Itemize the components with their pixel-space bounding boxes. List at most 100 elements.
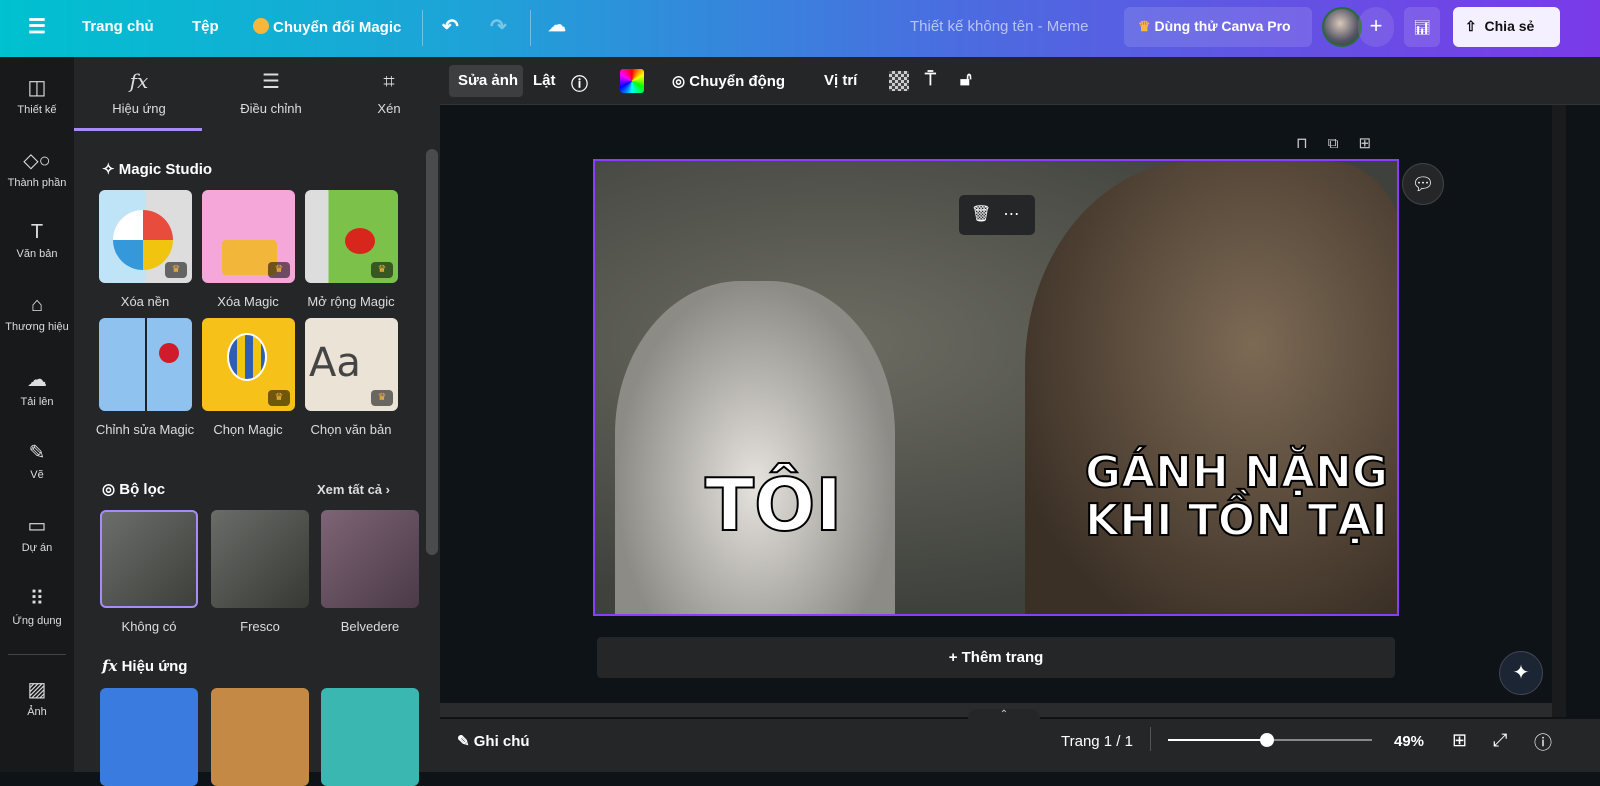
filter-label: Belvedere <box>340 619 400 634</box>
zoom-level[interactable]: 49% <box>1394 733 1424 750</box>
add-collaborator-button[interactable]: + <box>1358 7 1394 47</box>
page-indicator[interactable]: Trang 1 / 1 <box>1061 733 1133 750</box>
filter-thumb-fresco[interactable] <box>211 510 309 608</box>
tab-adjust[interactable]: ☰ Điều chỉnh <box>211 69 331 116</box>
effects-heading: fx Hiệu ứng <box>102 657 187 675</box>
flip-button[interactable]: Lật <box>533 72 556 89</box>
crown-icon <box>253 18 269 34</box>
effect-thumb[interactable] <box>211 688 309 786</box>
meme-text-left[interactable]: TÔI <box>704 464 843 545</box>
home-link[interactable]: Trang chủ <box>82 18 154 35</box>
avatar[interactable] <box>1322 7 1362 47</box>
bottom-bar: ✎ Ghi chú Trang 1 / 1 49% ⊞ ⤢ ⓘ <box>440 719 1600 772</box>
meme-canvas[interactable]: TÔI GÁNH NẶNG KHI TỒN TẠI 🗑︎⋯ <box>593 159 1399 616</box>
paint-roller-icon[interactable]: ⍑ <box>925 69 936 90</box>
meme-text-right[interactable]: GÁNH NẶNG KHI TỒN TẠI <box>1084 447 1389 546</box>
crown-icon: ♛ <box>371 262 393 278</box>
ball-image <box>113 210 173 270</box>
vertical-scrollbar[interactable] <box>1552 105 1566 717</box>
fullscreen-icon[interactable]: ⤢ <box>1493 730 1507 751</box>
magic-tool-thumb[interactable]: ♛ <box>202 318 295 411</box>
rail-item-brand[interactable]: ⌂ Thương hiệu <box>0 294 74 333</box>
tab-effects[interactable]: fx Hiệu ứng <box>79 69 199 116</box>
add-page-icon[interactable]: ⊞ <box>1358 135 1391 152</box>
magic-switch-button[interactable]: Chuyển đổi Magic <box>253 18 401 36</box>
apps-icon: ⠿ <box>29 588 45 610</box>
duplicate-page-icon[interactable]: ⧉ <box>1328 135 1359 152</box>
color-picker[interactable] <box>620 69 644 93</box>
divider <box>8 654 66 655</box>
magic-tool-thumb[interactable]: ♛ <box>202 190 295 283</box>
tab-crop[interactable]: ⌗ Xén <box>329 69 449 116</box>
file-menu[interactable]: Tệp <box>192 18 219 35</box>
trash-icon[interactable]: 🗑︎ <box>971 206 1003 223</box>
magic-tool-label: Xóa nền <box>120 294 170 309</box>
rail-item-draw[interactable]: ✎ Vẽ <box>0 440 74 481</box>
divider <box>530 10 531 46</box>
rail-item-text[interactable]: T Văn bản <box>0 221 74 260</box>
rail-item-design[interactable]: ◫ Thiết kế <box>0 75 74 116</box>
panel-scrollbar[interactable] <box>426 149 438 555</box>
notes-button[interactable]: ✎ Ghi chú <box>457 732 530 750</box>
magic-tool-thumb[interactable]: ♛ <box>305 190 398 283</box>
tabby-cat-shape <box>1025 161 1397 614</box>
draw-icon: ✎ <box>28 442 46 464</box>
info-icon[interactable]: ⓘ <box>571 70 588 95</box>
undo-icon[interactable]: ↶ <box>442 14 459 39</box>
heading-text: Bộ lọc <box>119 481 166 498</box>
add-page-button[interactable]: + Thêm trang <box>597 637 1395 678</box>
animate-button[interactable]: ◎ Chuyển động <box>672 72 785 90</box>
rail-item-photos[interactable]: ▨ Ảnh <box>0 677 74 718</box>
crown-icon: ♛ <box>268 262 290 278</box>
grid-view-icon[interactable]: ⊞ <box>1452 730 1467 751</box>
animate-label: Chuyển động <box>689 73 786 90</box>
filter-thumb-none[interactable] <box>100 510 198 608</box>
rail-label: Ứng dụng <box>12 615 62 627</box>
text-sample-icon: Aa <box>309 340 361 386</box>
zoom-slider-handle[interactable] <box>1260 733 1275 747</box>
side-rail: ◫ Thiết kế ◇○ Thành phần T Văn bản ⌂ Thương … <box>0 57 74 772</box>
page-actions: ⊓⧉⊞ <box>1296 134 1391 152</box>
insights-icon[interactable]: 📊︎ <box>1404 7 1440 47</box>
hamburger-icon[interactable]: ☰ <box>28 14 46 39</box>
try-pro-button[interactable]: ♛ Dùng thử Canva Pro <box>1124 7 1312 47</box>
rail-item-apps[interactable]: ⠿ Ứng dụng <box>0 586 74 627</box>
filter-thumb-belvedere[interactable] <box>321 510 419 608</box>
more-icon[interactable]: ⋯ <box>1003 206 1031 223</box>
lock-page-icon[interactable]: ⊓ <box>1296 135 1328 152</box>
active-tab-indicator <box>74 128 202 131</box>
see-all-link[interactable]: Xem tất cả › <box>317 482 390 497</box>
effect-thumb[interactable] <box>100 688 198 786</box>
rail-item-projects[interactable]: ▭ Dự án <box>0 513 74 554</box>
zoom-slider-fill <box>1168 739 1268 741</box>
redo-icon[interactable]: ↷ <box>490 14 507 39</box>
magic-tool-thumb[interactable]: ♛ <box>99 190 192 283</box>
see-all-label: Xem tất cả <box>317 482 383 497</box>
edit-photo-panel: fx Hiệu ứng ☰ Điều chỉnh ⌗ Xén ✧ Magic Stud… <box>74 57 440 786</box>
position-button[interactable]: Vị trí <box>824 72 857 89</box>
unlock-icon[interactable]: 🔓︎ <box>960 69 972 90</box>
fx-icon: fx <box>102 657 118 675</box>
magic-tool-thumb[interactable]: Aa ♛ <box>305 318 398 411</box>
rail-label: Thành phần <box>7 177 67 189</box>
effect-thumb[interactable] <box>321 688 419 786</box>
transparency-icon[interactable] <box>889 71 909 91</box>
share-button[interactable]: ⇧ Chia sẻ <box>1453 7 1560 47</box>
rail-item-uploads[interactable]: ☁ Tải lên <box>0 367 74 408</box>
upload-icon: ⇧ <box>1465 18 1477 34</box>
elements-icon: ◇○ <box>23 150 51 172</box>
rail-item-elements[interactable]: ◇○ Thành phần <box>0 148 74 189</box>
help-icon[interactable]: ⓘ <box>1534 729 1552 755</box>
design-title[interactable]: Thiết kế không tên - Meme <box>910 18 1088 35</box>
kitten-shape <box>615 281 895 614</box>
magic-assistant-icon[interactable]: ✦ <box>1499 651 1543 695</box>
magic-tool-label: Xóa Magic <box>217 294 279 309</box>
zoom-slider[interactable] <box>1168 733 1372 747</box>
filter-label: Không có <box>121 619 177 634</box>
notes-label: Ghi chú <box>473 733 530 750</box>
cloud-saved-icon[interactable]: ☁ <box>548 15 566 36</box>
magic-tool-thumb[interactable] <box>99 318 192 411</box>
balloon-image <box>227 333 267 381</box>
comment-icon[interactable]: 💬︎ <box>1402 163 1444 205</box>
heading-text: Hiệu ứng <box>121 658 188 675</box>
